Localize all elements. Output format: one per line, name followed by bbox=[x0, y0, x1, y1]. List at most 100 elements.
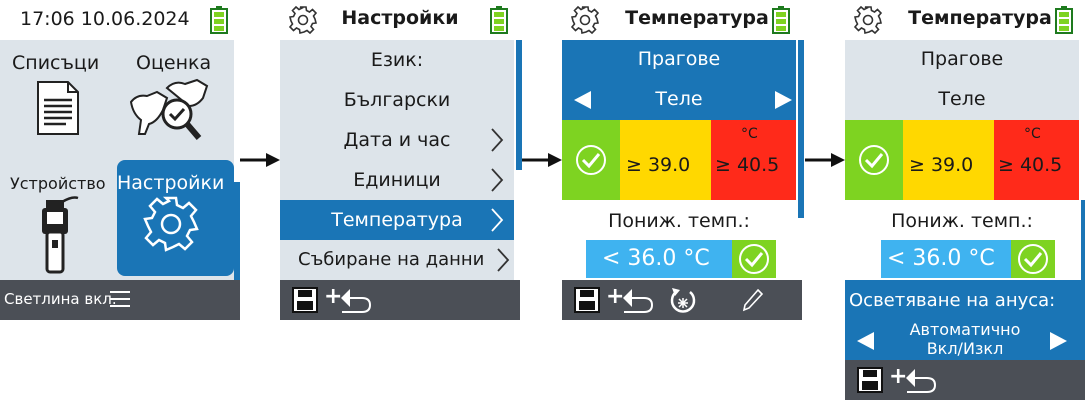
list-item-units[interactable]: Единици bbox=[280, 160, 514, 200]
item-label: Български bbox=[343, 89, 451, 111]
back-icon[interactable] bbox=[903, 366, 937, 394]
anus-light-selector[interactable]: Автоматично Вкл/Изкл bbox=[885, 320, 1045, 358]
battery-icon bbox=[210, 6, 228, 34]
tile-settings[interactable]: Настройки bbox=[117, 160, 234, 276]
reset-icon[interactable] bbox=[668, 284, 698, 316]
page-title: Настройки bbox=[341, 7, 459, 29]
footer-bar: + bbox=[280, 280, 520, 320]
threshold-elevated: ≥ 39.0 bbox=[903, 120, 994, 200]
footer-bar: + bbox=[845, 360, 1085, 400]
home-screen: 17:06 10.06.2024 Списъци Оценка Устройст… bbox=[0, 0, 240, 320]
chevron-right-icon bbox=[491, 128, 504, 152]
unit-label: °C bbox=[741, 126, 758, 142]
save-icon[interactable] bbox=[292, 287, 318, 313]
footer-bar: Светлина вкл. bbox=[0, 280, 240, 320]
low-temp-value: < 36.0 °C bbox=[887, 246, 995, 271]
header: Температура bbox=[845, 0, 1085, 40]
page-title: Температура bbox=[625, 7, 769, 29]
check-icon bbox=[1018, 244, 1048, 274]
item-label: Дата и час bbox=[343, 129, 451, 151]
temperature-screen: Температура Прагове Теле ≥ 39.0 °C ≥ 40.… bbox=[562, 0, 804, 320]
anus-light-label: Осветяване на ануса: bbox=[849, 290, 1056, 311]
clock: 17:06 10.06.2024 bbox=[20, 8, 190, 30]
anus-light-panel: Осветяване на ануса: Автоматично Вкл/Изк… bbox=[845, 280, 1085, 360]
low-temp-label: Пониж. темп.: bbox=[891, 210, 1033, 232]
light-status: Светлина вкл. bbox=[4, 290, 117, 308]
check-icon bbox=[859, 145, 889, 175]
item-label: Единици bbox=[353, 169, 441, 191]
back-icon[interactable] bbox=[338, 286, 372, 314]
chevron-right-icon bbox=[491, 168, 504, 192]
settings-list: Език: Български Дата и час Единици Темпе… bbox=[280, 40, 514, 280]
anus-light-value-line1: Автоматично bbox=[909, 320, 1021, 339]
status-bar: 17:06 10.06.2024 bbox=[0, 0, 240, 40]
save-icon[interactable] bbox=[857, 367, 883, 393]
battery-icon bbox=[490, 6, 508, 34]
menu-icon[interactable] bbox=[110, 290, 130, 308]
item-label: Температура bbox=[331, 209, 463, 231]
footer-bar: + bbox=[562, 280, 802, 320]
low-temp-field: < 36.0 °C bbox=[881, 240, 1011, 278]
arrow-right-icon[interactable] bbox=[1049, 332, 1067, 350]
list-item-date-time[interactable]: Дата и час bbox=[280, 120, 514, 160]
chevron-right-icon bbox=[491, 208, 504, 232]
check-icon bbox=[739, 244, 769, 274]
battery-icon bbox=[772, 6, 790, 34]
threshold-fever: °C ≥ 40.5 bbox=[994, 120, 1079, 200]
tile-label: Списъци bbox=[12, 52, 100, 74]
arrow-right-icon bbox=[805, 153, 845, 167]
tile-label: Устройство bbox=[10, 174, 106, 193]
scrollbar[interactable] bbox=[798, 40, 804, 218]
threshold-mid-value: ≥ 39.0 bbox=[626, 154, 691, 176]
back-icon[interactable] bbox=[620, 286, 654, 314]
low-temp-check bbox=[1011, 240, 1055, 278]
thresholds-header: Прагове Теле bbox=[845, 40, 1079, 120]
animal-type-value: Теле bbox=[938, 88, 986, 110]
threshold-elevated[interactable]: ≥ 39.0 bbox=[620, 120, 711, 200]
cow-magnifier-icon bbox=[129, 78, 209, 140]
low-temp-field[interactable]: < 36.0 °C bbox=[586, 240, 732, 278]
thermometer-device-icon bbox=[42, 196, 79, 274]
tile-label: Настройки bbox=[117, 172, 225, 194]
thresholds-label: Прагове bbox=[920, 48, 1004, 70]
thresholds-header: Прагове Теле bbox=[562, 40, 796, 120]
tile-label: Оценка bbox=[136, 52, 212, 74]
settings-screen: Настройки Език: Български Дата и час Еди… bbox=[280, 0, 522, 320]
thresholds-label: Прагове bbox=[637, 48, 721, 70]
check-icon bbox=[576, 145, 606, 175]
edit-pencil-icon[interactable] bbox=[742, 288, 764, 312]
tile-evaluation[interactable]: Оценка bbox=[117, 40, 234, 160]
arrow-left-icon[interactable] bbox=[857, 332, 875, 350]
threshold-mid-value: ≥ 39.0 bbox=[909, 154, 974, 176]
document-icon bbox=[37, 81, 79, 135]
item-label: Език: bbox=[370, 49, 424, 71]
unit-label: °C bbox=[1024, 126, 1041, 142]
low-temp-label: Пониж. темп.: bbox=[608, 210, 750, 232]
threshold-high-value: ≥ 40.5 bbox=[715, 154, 780, 176]
battery-icon bbox=[1055, 6, 1073, 34]
threshold-high-value: ≥ 40.5 bbox=[998, 154, 1063, 176]
chevron-right-icon bbox=[497, 248, 510, 272]
tile-device[interactable]: Устройство bbox=[0, 160, 117, 280]
header: Температура bbox=[562, 0, 802, 40]
save-icon[interactable] bbox=[574, 287, 600, 313]
scrollbar[interactable] bbox=[1081, 200, 1085, 360]
list-item-temperature[interactable]: Температура bbox=[280, 200, 514, 240]
animal-type-selector[interactable]: Теле bbox=[602, 88, 756, 110]
arrow-right-icon bbox=[522, 153, 562, 167]
threshold-normal[interactable] bbox=[562, 120, 620, 200]
list-item-data-collection[interactable]: Събиране на данни bbox=[280, 240, 514, 280]
low-temp-check[interactable] bbox=[732, 240, 776, 278]
threshold-normal bbox=[845, 120, 903, 200]
list-item-language[interactable]: Български bbox=[280, 80, 514, 120]
page-title: Температура bbox=[908, 7, 1052, 29]
arrow-right-icon[interactable] bbox=[774, 91, 792, 109]
threshold-fever[interactable]: °C ≥ 40.5 bbox=[711, 120, 796, 200]
arrow-left-icon[interactable] bbox=[574, 91, 592, 109]
scrollbar[interactable] bbox=[516, 40, 522, 170]
low-temp-value: < 36.0 °C bbox=[602, 246, 710, 271]
tile-lists[interactable]: Списъци bbox=[0, 40, 117, 160]
temperature-screen-anus-light: Температура Прагове Теле ≥ 39.0 °C ≥ 40.… bbox=[845, 0, 1085, 400]
scrollbar[interactable] bbox=[234, 182, 240, 280]
list-item-language-label: Език: bbox=[280, 40, 514, 80]
